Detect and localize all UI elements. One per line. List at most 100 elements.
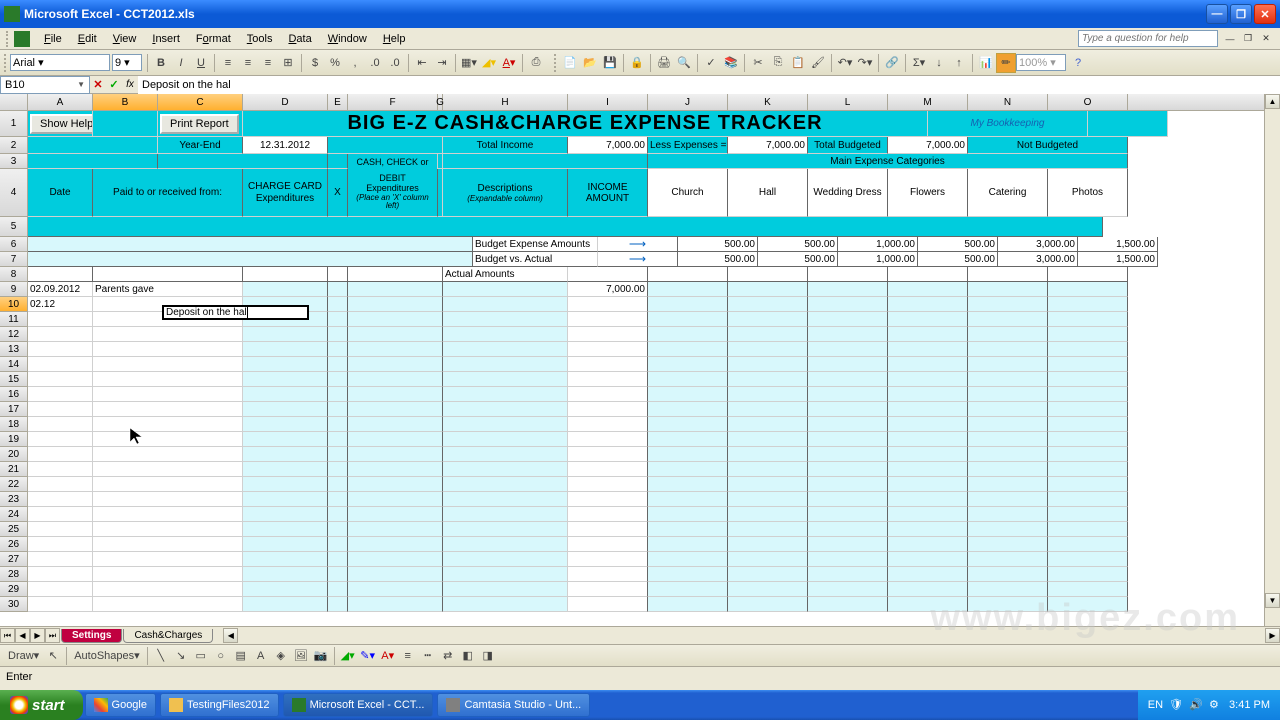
- line-style-button[interactable]: ≡: [398, 646, 418, 666]
- select-all-button[interactable]: [0, 94, 28, 110]
- cell-A10[interactable]: 02.12: [28, 297, 93, 312]
- total-budgeted-value[interactable]: 7,000.00: [888, 137, 968, 154]
- scroll-down-button[interactable]: ▼: [1265, 593, 1280, 608]
- col-header-A[interactable]: A: [28, 94, 93, 110]
- currency-button[interactable]: $: [305, 53, 325, 73]
- sort-asc-button[interactable]: ↓: [929, 53, 949, 73]
- cell[interactable]: [28, 582, 93, 597]
- my-bookkeeping-link[interactable]: My Bookkeeping: [928, 111, 1088, 137]
- font-size-combo[interactable]: 9 ▾: [112, 54, 142, 71]
- menu-insert[interactable]: Insert: [144, 31, 188, 47]
- line-color-button[interactable]: ✎▾: [358, 646, 378, 666]
- name-box[interactable]: B10▼: [0, 76, 90, 94]
- cell[interactable]: [28, 477, 93, 492]
- sheet-tab-settings[interactable]: Settings: [61, 629, 122, 643]
- scroll-right-button[interactable]: ▶: [1265, 628, 1280, 643]
- col-header-J[interactable]: J: [648, 94, 728, 110]
- row-header-16[interactable]: 16: [0, 387, 28, 402]
- row-header-29[interactable]: 29: [0, 582, 28, 597]
- merge-center-button[interactable]: ⊞: [278, 53, 298, 73]
- cat-catering[interactable]: Catering: [968, 169, 1048, 217]
- cat-hall[interactable]: Hall: [728, 169, 808, 217]
- paste-button[interactable]: 📋: [788, 53, 808, 73]
- cell[interactable]: [28, 447, 93, 462]
- tab-nav-last[interactable]: ⏭: [45, 628, 60, 643]
- cell[interactable]: [28, 552, 93, 567]
- scroll-up-button[interactable]: ▲: [1265, 94, 1280, 109]
- year-end-date[interactable]: 12.31.2012: [243, 137, 328, 154]
- col-header-H[interactable]: H: [443, 94, 568, 110]
- align-center-button[interactable]: ≡: [238, 53, 258, 73]
- cell[interactable]: [28, 462, 93, 477]
- decrease-decimal-button[interactable]: .0: [385, 53, 405, 73]
- excel-doc-icon[interactable]: [14, 31, 30, 47]
- menu-format[interactable]: Format: [188, 31, 239, 47]
- col-header-E[interactable]: E: [328, 94, 348, 110]
- cell-A9[interactable]: 02.09.2012: [28, 282, 93, 297]
- row-header-17[interactable]: 17: [0, 402, 28, 417]
- cell[interactable]: [28, 402, 93, 417]
- cells-area[interactable]: Show Help Print Report BIG E-Z CASH&CHAR…: [28, 111, 1264, 612]
- 3d-button[interactable]: ◨: [478, 646, 498, 666]
- vertical-scrollbar[interactable]: ▲ ▼: [1264, 94, 1280, 626]
- cell-I9[interactable]: 7,000.00: [568, 282, 648, 297]
- cell-C1[interactable]: Print Report: [158, 111, 243, 137]
- row-header-1[interactable]: 1: [0, 111, 28, 137]
- row-header-7[interactable]: 7: [0, 252, 28, 267]
- tab-nav-next[interactable]: ▶: [30, 628, 45, 643]
- doc-close-button[interactable]: ✕: [1258, 32, 1274, 46]
- cell[interactable]: [28, 432, 93, 447]
- tab-nav-prev[interactable]: ◀: [15, 628, 30, 643]
- horizontal-scrollbar[interactable]: ◀ ▶: [223, 628, 1280, 643]
- row-header-10[interactable]: 10: [0, 297, 28, 312]
- draw-menu[interactable]: Draw ▾: [4, 646, 43, 666]
- taskbar-camtasia[interactable]: Camtasia Studio - Unt...: [437, 693, 590, 717]
- format-painter-button[interactable]: 🖌: [808, 53, 828, 73]
- doc-restore-button[interactable]: ❐: [1240, 32, 1256, 46]
- rectangle-button[interactable]: ▭: [191, 646, 211, 666]
- help-button[interactable]: ?: [1068, 53, 1088, 73]
- permission-button[interactable]: 🔒: [627, 53, 647, 73]
- picture-button[interactable]: 📷: [311, 646, 331, 666]
- budget-dress[interactable]: 1,000.00: [838, 237, 918, 252]
- col-header-B[interactable]: B: [93, 94, 158, 110]
- cell[interactable]: [28, 537, 93, 552]
- total-income-value[interactable]: 7,000.00: [568, 137, 648, 154]
- insert-function-button[interactable]: fx: [122, 77, 138, 93]
- taskbar-folder[interactable]: TestingFiles2012: [160, 693, 279, 717]
- sort-desc-button[interactable]: ↑: [949, 53, 969, 73]
- cat-flowers[interactable]: Flowers: [888, 169, 968, 217]
- row-header-2[interactable]: 2: [0, 137, 28, 154]
- comma-button[interactable]: ,: [345, 53, 365, 73]
- align-right-button[interactable]: ≡: [258, 53, 278, 73]
- cell[interactable]: [28, 312, 93, 327]
- row-header-3[interactable]: 3: [0, 154, 28, 169]
- zoom-combo[interactable]: 100% ▾: [1016, 54, 1066, 71]
- italic-button[interactable]: I: [171, 53, 191, 73]
- cell-B1[interactable]: [93, 111, 158, 137]
- menu-data[interactable]: Data: [280, 31, 319, 47]
- row-header-5[interactable]: 5: [0, 217, 28, 237]
- menu-file[interactable]: FFileile: [36, 31, 70, 47]
- oval-button[interactable]: ○: [211, 646, 231, 666]
- select-objects-button[interactable]: ↖: [43, 646, 63, 666]
- row-header-28[interactable]: 28: [0, 567, 28, 582]
- tray-icon[interactable]: 🛡: [1169, 698, 1183, 712]
- col-header-N[interactable]: N: [968, 94, 1048, 110]
- col-header-O[interactable]: O: [1048, 94, 1128, 110]
- row-header-23[interactable]: 23: [0, 492, 28, 507]
- cell[interactable]: [28, 507, 93, 522]
- redo-button[interactable]: ↷▾: [855, 53, 875, 73]
- system-tray[interactable]: EN 🛡 🔊 ⚙ 3:41 PM: [1138, 690, 1280, 720]
- row-header-11[interactable]: 11: [0, 312, 28, 327]
- borders-button[interactable]: ▦▾: [459, 53, 479, 73]
- menu-view[interactable]: View: [105, 31, 145, 47]
- save-button[interactable]: 💾: [600, 53, 620, 73]
- start-button[interactable]: start: [0, 690, 83, 720]
- cell[interactable]: [28, 597, 93, 612]
- line-button[interactable]: ╲: [151, 646, 171, 666]
- diagram-button[interactable]: ◈: [271, 646, 291, 666]
- menu-help[interactable]: Help: [375, 31, 414, 47]
- print-preview-button[interactable]: 🔍: [674, 53, 694, 73]
- budget-catering[interactable]: 3,000.00: [998, 237, 1078, 252]
